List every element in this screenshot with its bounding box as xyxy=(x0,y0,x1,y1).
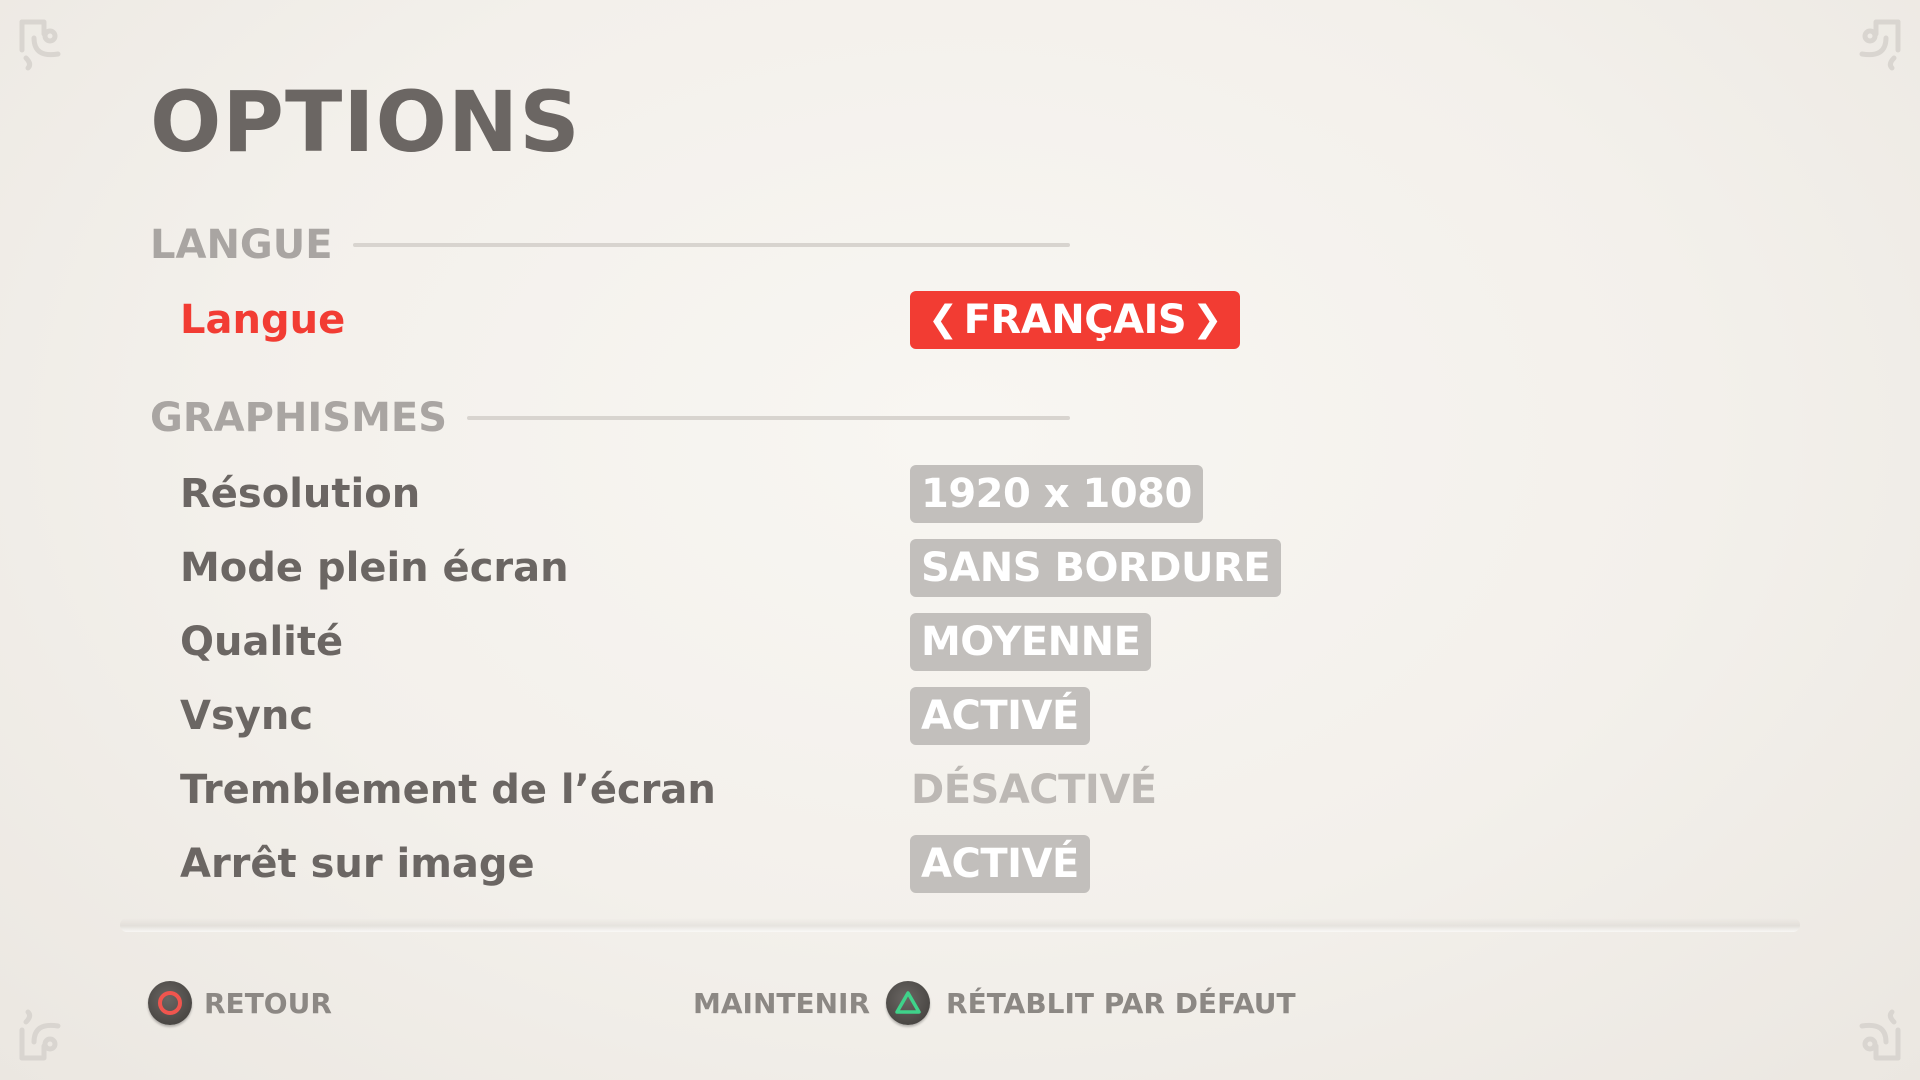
option-value-screen-shake[interactable]: DÉSACTIVÉ xyxy=(910,761,1158,819)
hold-label: MAINTENIR xyxy=(693,986,871,1020)
option-value-resolution[interactable]: 1920 x 1080 xyxy=(910,465,1203,523)
language-value: FRANÇAIS xyxy=(963,297,1187,343)
back-label: RETOUR xyxy=(204,986,332,1020)
reset-defaults-prompt[interactable]: MAINTENIR RÉTABLIT PAR DÉFAUT xyxy=(693,980,1296,1026)
option-value-freeze-frame[interactable]: ACTIVÉ xyxy=(910,835,1090,893)
corner-ornament-icon xyxy=(14,14,74,74)
reset-label: RÉTABLIT PAR DÉFAUT xyxy=(946,986,1296,1020)
option-label-resolution[interactable]: Résolution xyxy=(180,464,420,524)
option-label-quality[interactable]: Qualité xyxy=(180,612,343,672)
section-divider xyxy=(352,243,1070,247)
option-label-fullscreen-mode[interactable]: Mode plein écran xyxy=(180,538,569,598)
corner-ornament-icon xyxy=(14,1006,74,1066)
back-prompt[interactable]: RETOUR xyxy=(148,980,332,1026)
triangle-button-icon xyxy=(886,981,931,1025)
circle-button-icon xyxy=(148,981,192,1025)
corner-ornament-icon xyxy=(1846,1006,1906,1066)
section-label: LANGUE xyxy=(150,222,333,268)
section-header-graphics: GRAPHISMES xyxy=(150,393,1070,443)
section-divider xyxy=(467,416,1070,420)
chevron-right-icon[interactable]: ❯ xyxy=(1186,291,1228,349)
footer-divider xyxy=(120,918,1800,932)
option-label-freeze-frame[interactable]: Arrêt sur image xyxy=(180,834,535,894)
section-label: GRAPHISMES xyxy=(150,395,448,441)
option-label-language[interactable]: Langue xyxy=(180,290,345,350)
option-value-vsync[interactable]: ACTIVÉ xyxy=(910,687,1090,745)
chevron-left-icon[interactable]: ❮ xyxy=(922,291,964,349)
corner-ornament-icon xyxy=(1846,14,1906,74)
page-title: OPTIONS xyxy=(150,73,581,171)
option-label-vsync[interactable]: Vsync xyxy=(180,686,313,746)
option-value-quality[interactable]: MOYENNE xyxy=(910,613,1152,671)
option-label-screen-shake[interactable]: Tremblement de l’écran xyxy=(180,760,716,820)
option-value-fullscreen-mode[interactable]: SANS BORDURE xyxy=(910,539,1282,597)
section-header-language: LANGUE xyxy=(150,220,1070,270)
language-selector[interactable]: ❮ FRANÇAIS ❯ xyxy=(910,291,1240,349)
